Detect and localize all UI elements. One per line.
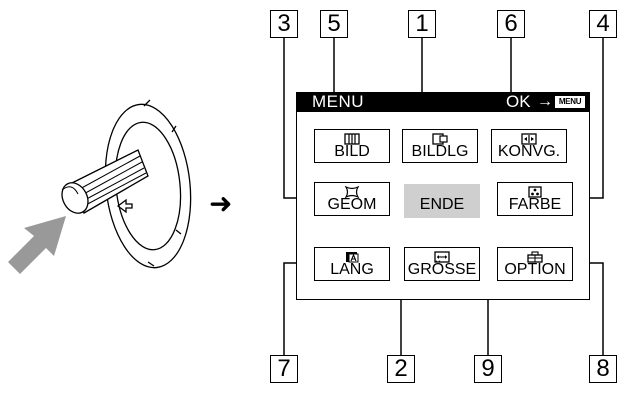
menu-button-option[interactable]: OPTION bbox=[497, 247, 573, 281]
callout-5: 5 bbox=[320, 10, 348, 38]
ok-label: OK bbox=[506, 92, 531, 111]
control-knob-illustration bbox=[8, 99, 192, 274]
menu-button-bildlg[interactable]: BILDLG bbox=[402, 129, 478, 163]
menu-button-farbe[interactable]: FARBE bbox=[497, 182, 573, 216]
menu-button-geom[interactable]: GEOM bbox=[314, 182, 390, 216]
callout-9: 9 bbox=[474, 355, 502, 383]
button-label: OPTION bbox=[504, 261, 566, 278]
button-label: KONVG. bbox=[497, 143, 561, 160]
button-label: ENDE bbox=[419, 196, 465, 213]
button-label: LANG bbox=[330, 261, 374, 278]
menu-button-groesse[interactable]: GRÖSSE bbox=[404, 247, 480, 281]
menu-button-ende[interactable]: ENDE bbox=[404, 184, 480, 218]
pointer-arrow-icon: ➜ bbox=[209, 188, 233, 219]
menu-title-bar: MENU OK → MENU bbox=[296, 92, 590, 112]
button-label: BILDLG bbox=[411, 143, 469, 160]
menu-button-lang[interactable]: LANG bbox=[314, 247, 390, 281]
callout-8: 8 bbox=[589, 355, 617, 383]
button-label: GEOM bbox=[327, 196, 377, 213]
callout-4: 4 bbox=[589, 10, 617, 38]
menu-key-icon: MENU bbox=[555, 96, 585, 108]
menu-title: MENU bbox=[312, 92, 365, 111]
menu-button-bild[interactable]: BILD bbox=[314, 129, 390, 163]
button-label: FARBE bbox=[508, 196, 562, 213]
arrow-right-icon: → bbox=[537, 93, 553, 110]
callout-1: 1 bbox=[408, 10, 436, 38]
menu-button-konvg[interactable]: KONVG. bbox=[491, 129, 567, 163]
callout-7: 7 bbox=[270, 355, 298, 383]
button-label: GRÖSSE bbox=[407, 261, 477, 278]
callout-3: 3 bbox=[270, 10, 298, 38]
callout-2: 2 bbox=[387, 355, 415, 383]
button-label: BILD bbox=[334, 143, 370, 160]
callout-6: 6 bbox=[497, 10, 525, 38]
